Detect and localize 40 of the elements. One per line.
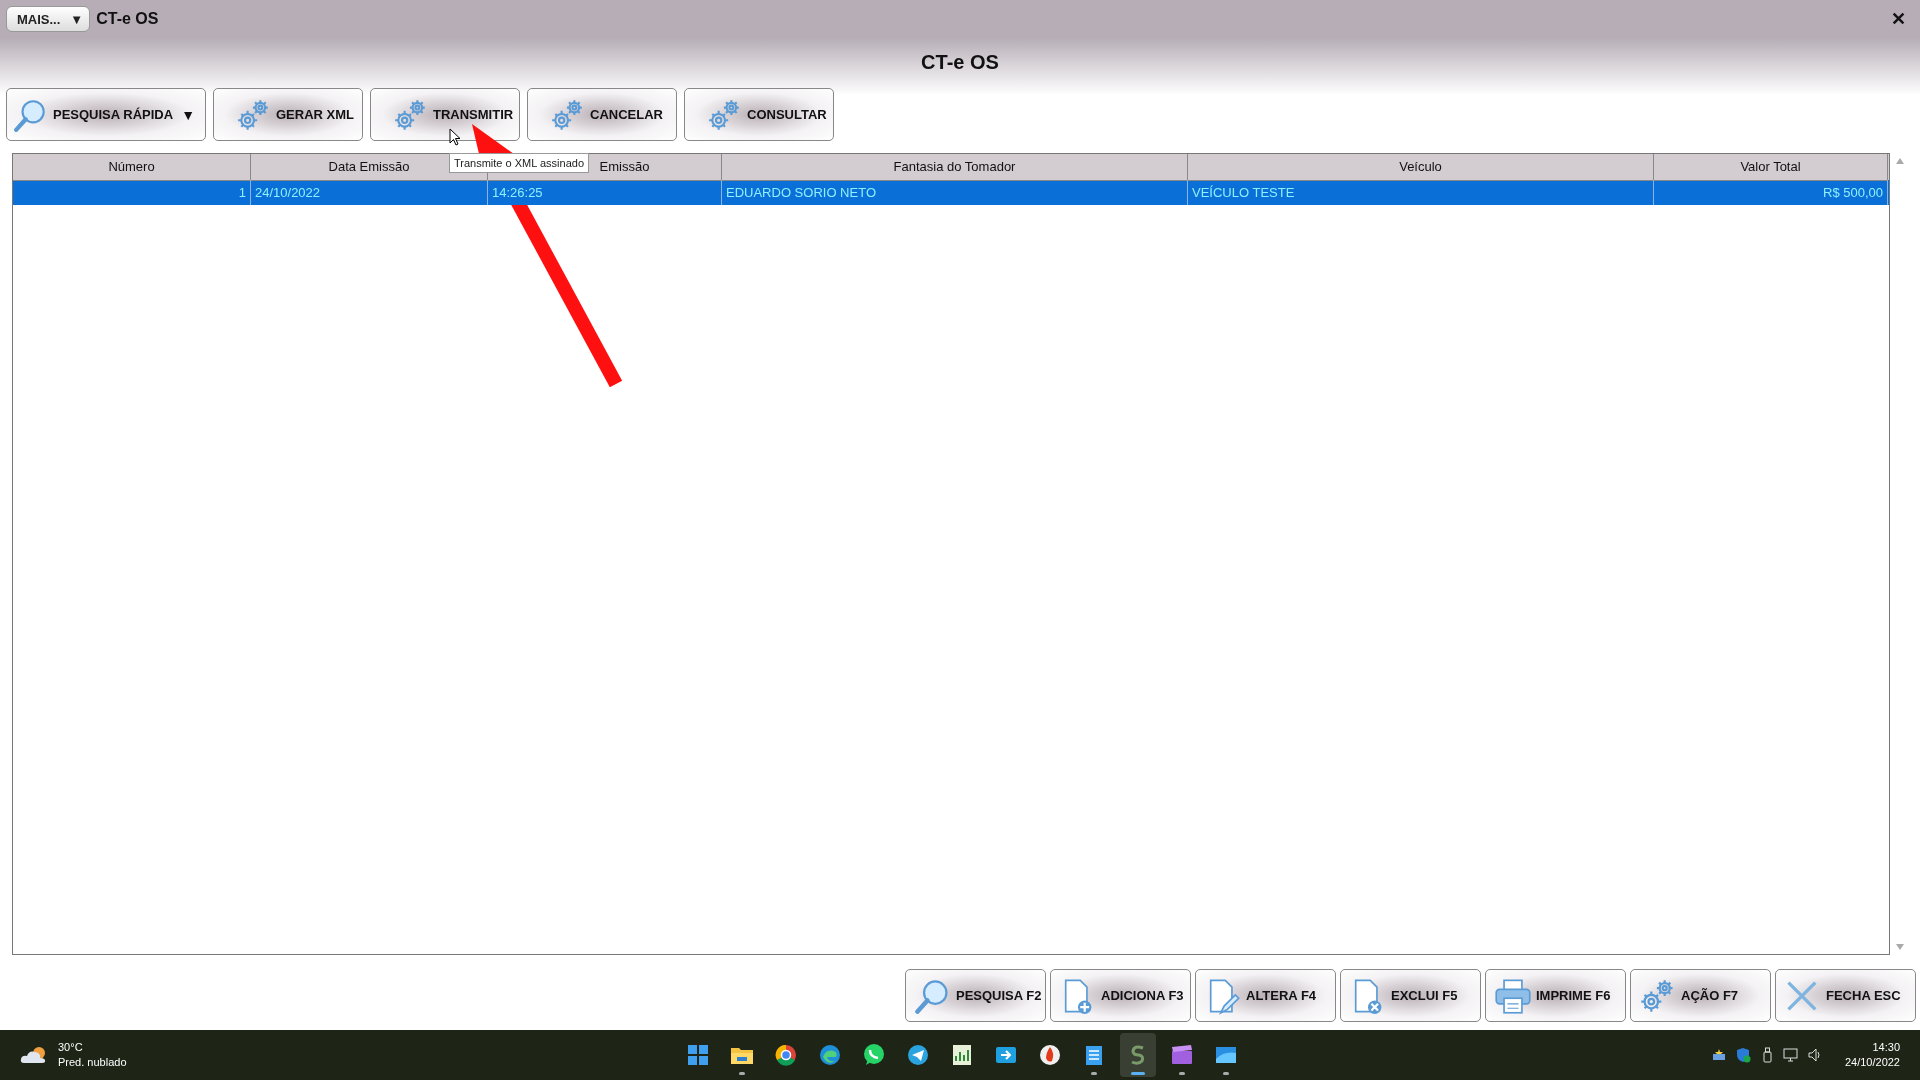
toolbar-button[interactable]: CONSULTAR [684,88,834,141]
chart-document-icon [950,1043,974,1067]
monitor-icon[interactable] [1782,1047,1799,1063]
table-cell: VEÍCULO TESTE [1188,180,1654,205]
close-button[interactable]: ✕ [1885,8,1912,30]
network-icon[interactable] [1710,1047,1727,1063]
table-cell: 14:26:25 [488,180,722,205]
action-button[interactable]: PESQUISA F2 [905,969,1046,1022]
speaker-icon[interactable] [1806,1047,1823,1063]
action-button[interactable]: IMPRIME F6 [1485,969,1626,1022]
toolbar-button[interactable]: TRANSMITIR [370,88,520,141]
chat-bubble-icon [862,1043,886,1067]
toolbar-button[interactable]: CANCELAR [527,88,677,141]
window-title: CT-e OS [96,10,159,28]
more-menu-button[interactable]: MAIS... ▼ [6,6,91,32]
action-button[interactable]: ALTERA F4 [1195,969,1336,1022]
table-row[interactable]: 1 24/10/2022 14:26:25 EDUARDO SORIO NETO VEÍCULO TESTE R$ 500,00 [13,180,1889,205]
action-button[interactable]: AÇÃO F7 [1630,969,1771,1022]
toolbar-button[interactable]: PESQUISA RÁPIDA ▼ [6,88,206,141]
table-cell: 1 [13,180,251,205]
shield-icon[interactable] [1734,1047,1751,1063]
action-button[interactable]: ADICIONA F3 [1050,969,1191,1022]
clapperboard-icon [1170,1043,1194,1067]
page-heading: CT-e OS [920,50,1000,75]
table-cell: 24/10/2022 [251,180,488,205]
windows-icon [686,1043,710,1067]
temperature-text[interactable]: 30°C [58,1040,127,1055]
paper-plane-icon [906,1043,930,1067]
action-button[interactable]: EXCLUI F5 [1340,969,1481,1022]
tooltip: Transmite o XML assinado [449,153,590,173]
browser-circle-icon [774,1043,798,1067]
table-cell: EDUARDO SORIO NETO [722,180,1188,205]
table-cell: R$ 500,00 [1654,180,1888,205]
browser-wave-icon [818,1043,842,1067]
flame-circle-icon [1038,1043,1062,1067]
toolbar-button[interactable]: GERAR XML [213,88,363,141]
action-button[interactable]: FECHA ESC [1775,969,1916,1022]
clock[interactable]: 14:30 24/10/2022 [1844,1040,1900,1070]
mouse-cursor-icon [449,128,461,146]
forecast-text[interactable]: Pred. nublado [58,1055,127,1070]
